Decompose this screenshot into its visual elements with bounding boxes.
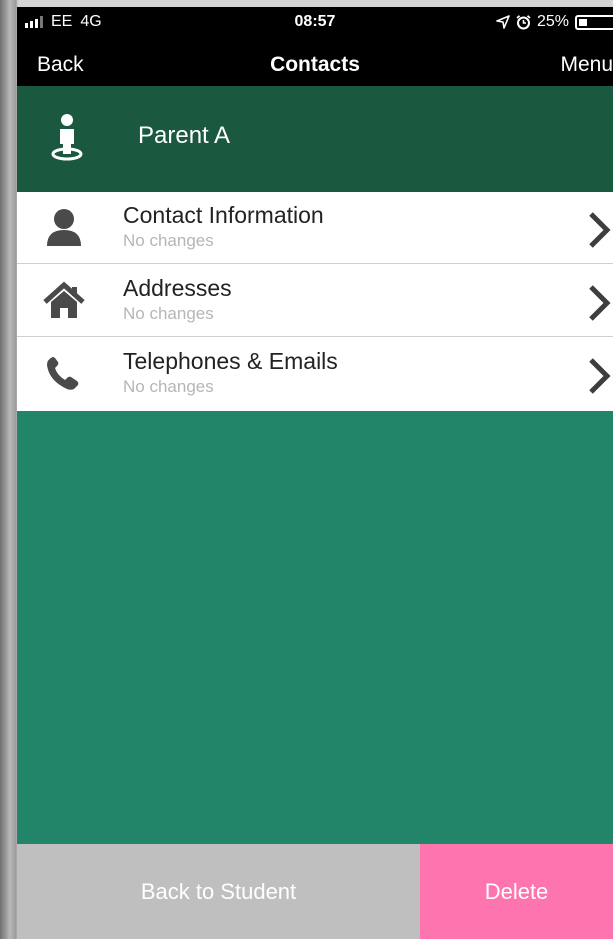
menu-button[interactable]: Menu [560,53,613,77]
contact-menu-list: Contact Information No changes Addresses… [17,192,613,411]
menu-item-title: Addresses [123,275,232,301]
page-title: Contacts [270,53,360,76]
status-bar: EE 4G 08:57 25% [17,7,613,39]
back-to-student-button[interactable]: Back to Student [17,844,420,939]
menu-item-telephones-emails[interactable]: Telephones & Emails No changes [17,338,613,410]
location-arrow-icon [496,15,510,29]
battery-percent: 25% [536,13,569,30]
navigation-bar: Back Contacts Menu [17,39,613,86]
chevron-right-icon [589,285,611,321]
menu-item-contact-information[interactable]: Contact Information No changes [17,192,613,264]
battery-fill [579,18,587,26]
contact-header: Parent A [17,86,613,192]
alarm-icon [516,14,531,29]
menu-item-subtitle: No changes [123,304,214,323]
battery-icon [575,14,613,30]
user-icon [47,209,81,246]
row-divider [17,336,613,337]
chevron-right-icon [589,358,611,394]
phone-screen: EE 4G 08:57 25% Back Contacts Menu Paren… [17,7,613,939]
delete-button[interactable]: Delete [420,844,613,939]
row-divider [17,263,613,264]
menu-item-subtitle: No changes [123,231,214,250]
status-right: 25% [496,13,613,31]
bottom-action-bar: Back to Student Delete [17,844,613,939]
menu-item-title: Telephones & Emails [123,348,338,374]
chevron-right-icon [589,212,611,248]
menu-item-addresses[interactable]: Addresses No changes [17,265,613,337]
phone-icon [47,357,79,390]
person-pin-icon [51,114,83,161]
contact-name: Parent A [138,122,231,149]
home-icon [43,281,85,318]
menu-item-title: Contact Information [123,202,324,228]
menu-item-subtitle: No changes [123,377,214,396]
